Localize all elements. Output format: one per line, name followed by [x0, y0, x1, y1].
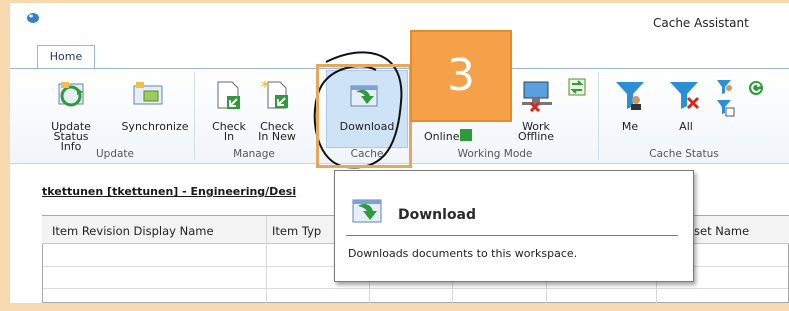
window-title: Cache Assistant [653, 16, 749, 30]
tooltip-divider [346, 235, 678, 236]
column-header-dataset-name[interactable]: set Name [694, 224, 749, 238]
check-in-label: Check In [212, 120, 246, 143]
work-offline-icon [522, 81, 552, 112]
filter-all-icon [670, 82, 700, 110]
group-separator [598, 72, 599, 160]
work-offline-button[interactable]: Work Offline [512, 120, 560, 143]
check-in-icon [217, 81, 240, 109]
step-number-badge: 3 [410, 30, 512, 122]
tab-home[interactable]: Home [37, 45, 95, 69]
check-in-new-label: Check In New [258, 120, 296, 143]
table-row[interactable] [43, 288, 788, 289]
tooltip-download-icon [352, 199, 382, 223]
update-status-info-icon [58, 82, 84, 107]
svg-text:*: * [261, 78, 269, 96]
synchronize-button[interactable]: Synchronize [114, 121, 196, 132]
check-in-new-icon: * [261, 78, 288, 109]
download-tooltip [334, 170, 694, 282]
online-status-icon [460, 129, 472, 141]
tooltip-description: Downloads documents to this workspace. [348, 247, 578, 260]
small-filter-icons [717, 80, 735, 117]
filter-me-icon [616, 82, 644, 110]
sync-arrows-icon [568, 78, 586, 96]
column-divider [266, 216, 267, 303]
column-header-item-revision-display-name[interactable]: Item Revision Display Name [52, 224, 214, 238]
group-label-update: Update [95, 148, 135, 160]
check-in-new-button[interactable]: Check In New [252, 120, 302, 143]
group-label-working-mode: Working Mode [457, 148, 533, 160]
tooltip-title: Download [398, 207, 477, 223]
group-label-cache-status: Cache Status [649, 148, 719, 160]
app-icon [27, 13, 39, 23]
refresh-icon[interactable] [748, 80, 764, 96]
group-separator [194, 72, 195, 160]
download-highlight-frame [316, 64, 412, 168]
check-in-button[interactable]: Check In [204, 120, 254, 143]
breadcrumb[interactable]: tkettunen [tkettunen] - Engineering/Desi [42, 185, 296, 198]
work-offline-label: Work Offline [517, 120, 555, 143]
group-label-manage: Manage [233, 148, 275, 160]
synchronize-icon [133, 82, 163, 105]
all-button[interactable]: All [666, 121, 706, 132]
column-header-item-type[interactable]: Item Typ [272, 224, 321, 238]
me-button[interactable]: Me [612, 121, 648, 132]
